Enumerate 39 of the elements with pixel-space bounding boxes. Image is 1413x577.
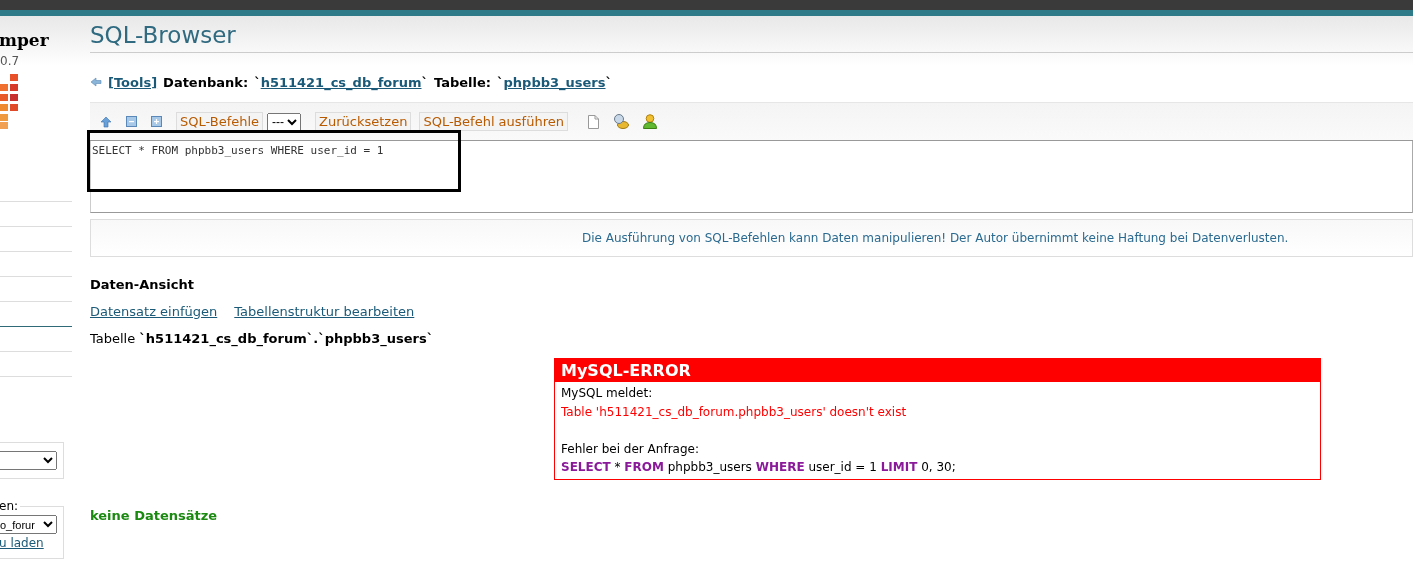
user-icon[interactable] [642,114,657,129]
insert-record-link[interactable]: Datensatz einfügen [90,304,218,319]
empty-message: keine Datensätze [90,507,219,523]
up-arrow-icon[interactable] [100,115,112,128]
logo-text: mper [0,30,50,50]
error-query: SELECT * FROM phpbb3_users WHERE user_id = 1 LIMIT 0, 30; [561,459,957,476]
collapse-icon[interactable] [126,116,137,127]
database-link[interactable]: h511421_cs_db_forum [260,74,422,90]
edit-structure-link[interactable]: Tabellenstruktur bearbeiten [234,304,415,319]
database-icon[interactable] [612,114,629,129]
query-label: Fehler bei der Anfrage: [561,440,700,458]
database-select[interactable]: o_forur [0,515,57,534]
warning-text: Die Ausführung von SQL-Befehlen kann Daten manipulieren! Der Autor übernimmt keine Haftung bei Datenverlusten. [582,231,1289,245]
sql-editor[interactable]: SELECT * FROM phpbb3_users WHERE user_id = 1 [90,141,1412,213]
backtick: ` [254,74,261,90]
tools-link[interactable]: [Tools] [108,74,158,90]
reset-button[interactable]: Zurücksetzen [315,112,412,131]
backtick: ` [605,74,612,90]
table-label: Tabelle: [434,74,492,90]
database-select[interactable] [0,451,57,470]
expand-icon[interactable] [151,116,162,127]
load-link[interactable]: u laden [0,536,57,550]
section-heading: Daten-Ansicht [90,277,195,292]
error-title: MySQL-ERROR [555,359,1320,382]
panel-legend: en: [0,499,21,513]
version-text: 0.7 [0,54,21,68]
table-caption: Tabelle `h511421_cs_db_forum`.`phpbb3_users` [90,331,435,346]
sql-command-select[interactable]: --- [267,112,302,131]
execute-button[interactable]: SQL-Befehl ausführen [419,112,568,131]
logo-drawing [0,74,20,129]
document-icon[interactable] [587,114,599,129]
back-arrow-icon[interactable] [90,77,102,87]
backtick: ` [421,74,428,90]
database-label: Datenbank: [163,74,249,90]
backtick: ` [497,74,504,90]
error-reporter: MySQL meldet: [561,385,654,402]
page-title: SQL-Browser [90,22,1413,53]
error-message: Table 'h511421_cs_db_forum.phpbb3_users' doesn't exist [561,403,908,421]
table-link[interactable]: phpbb3_users [503,74,606,90]
